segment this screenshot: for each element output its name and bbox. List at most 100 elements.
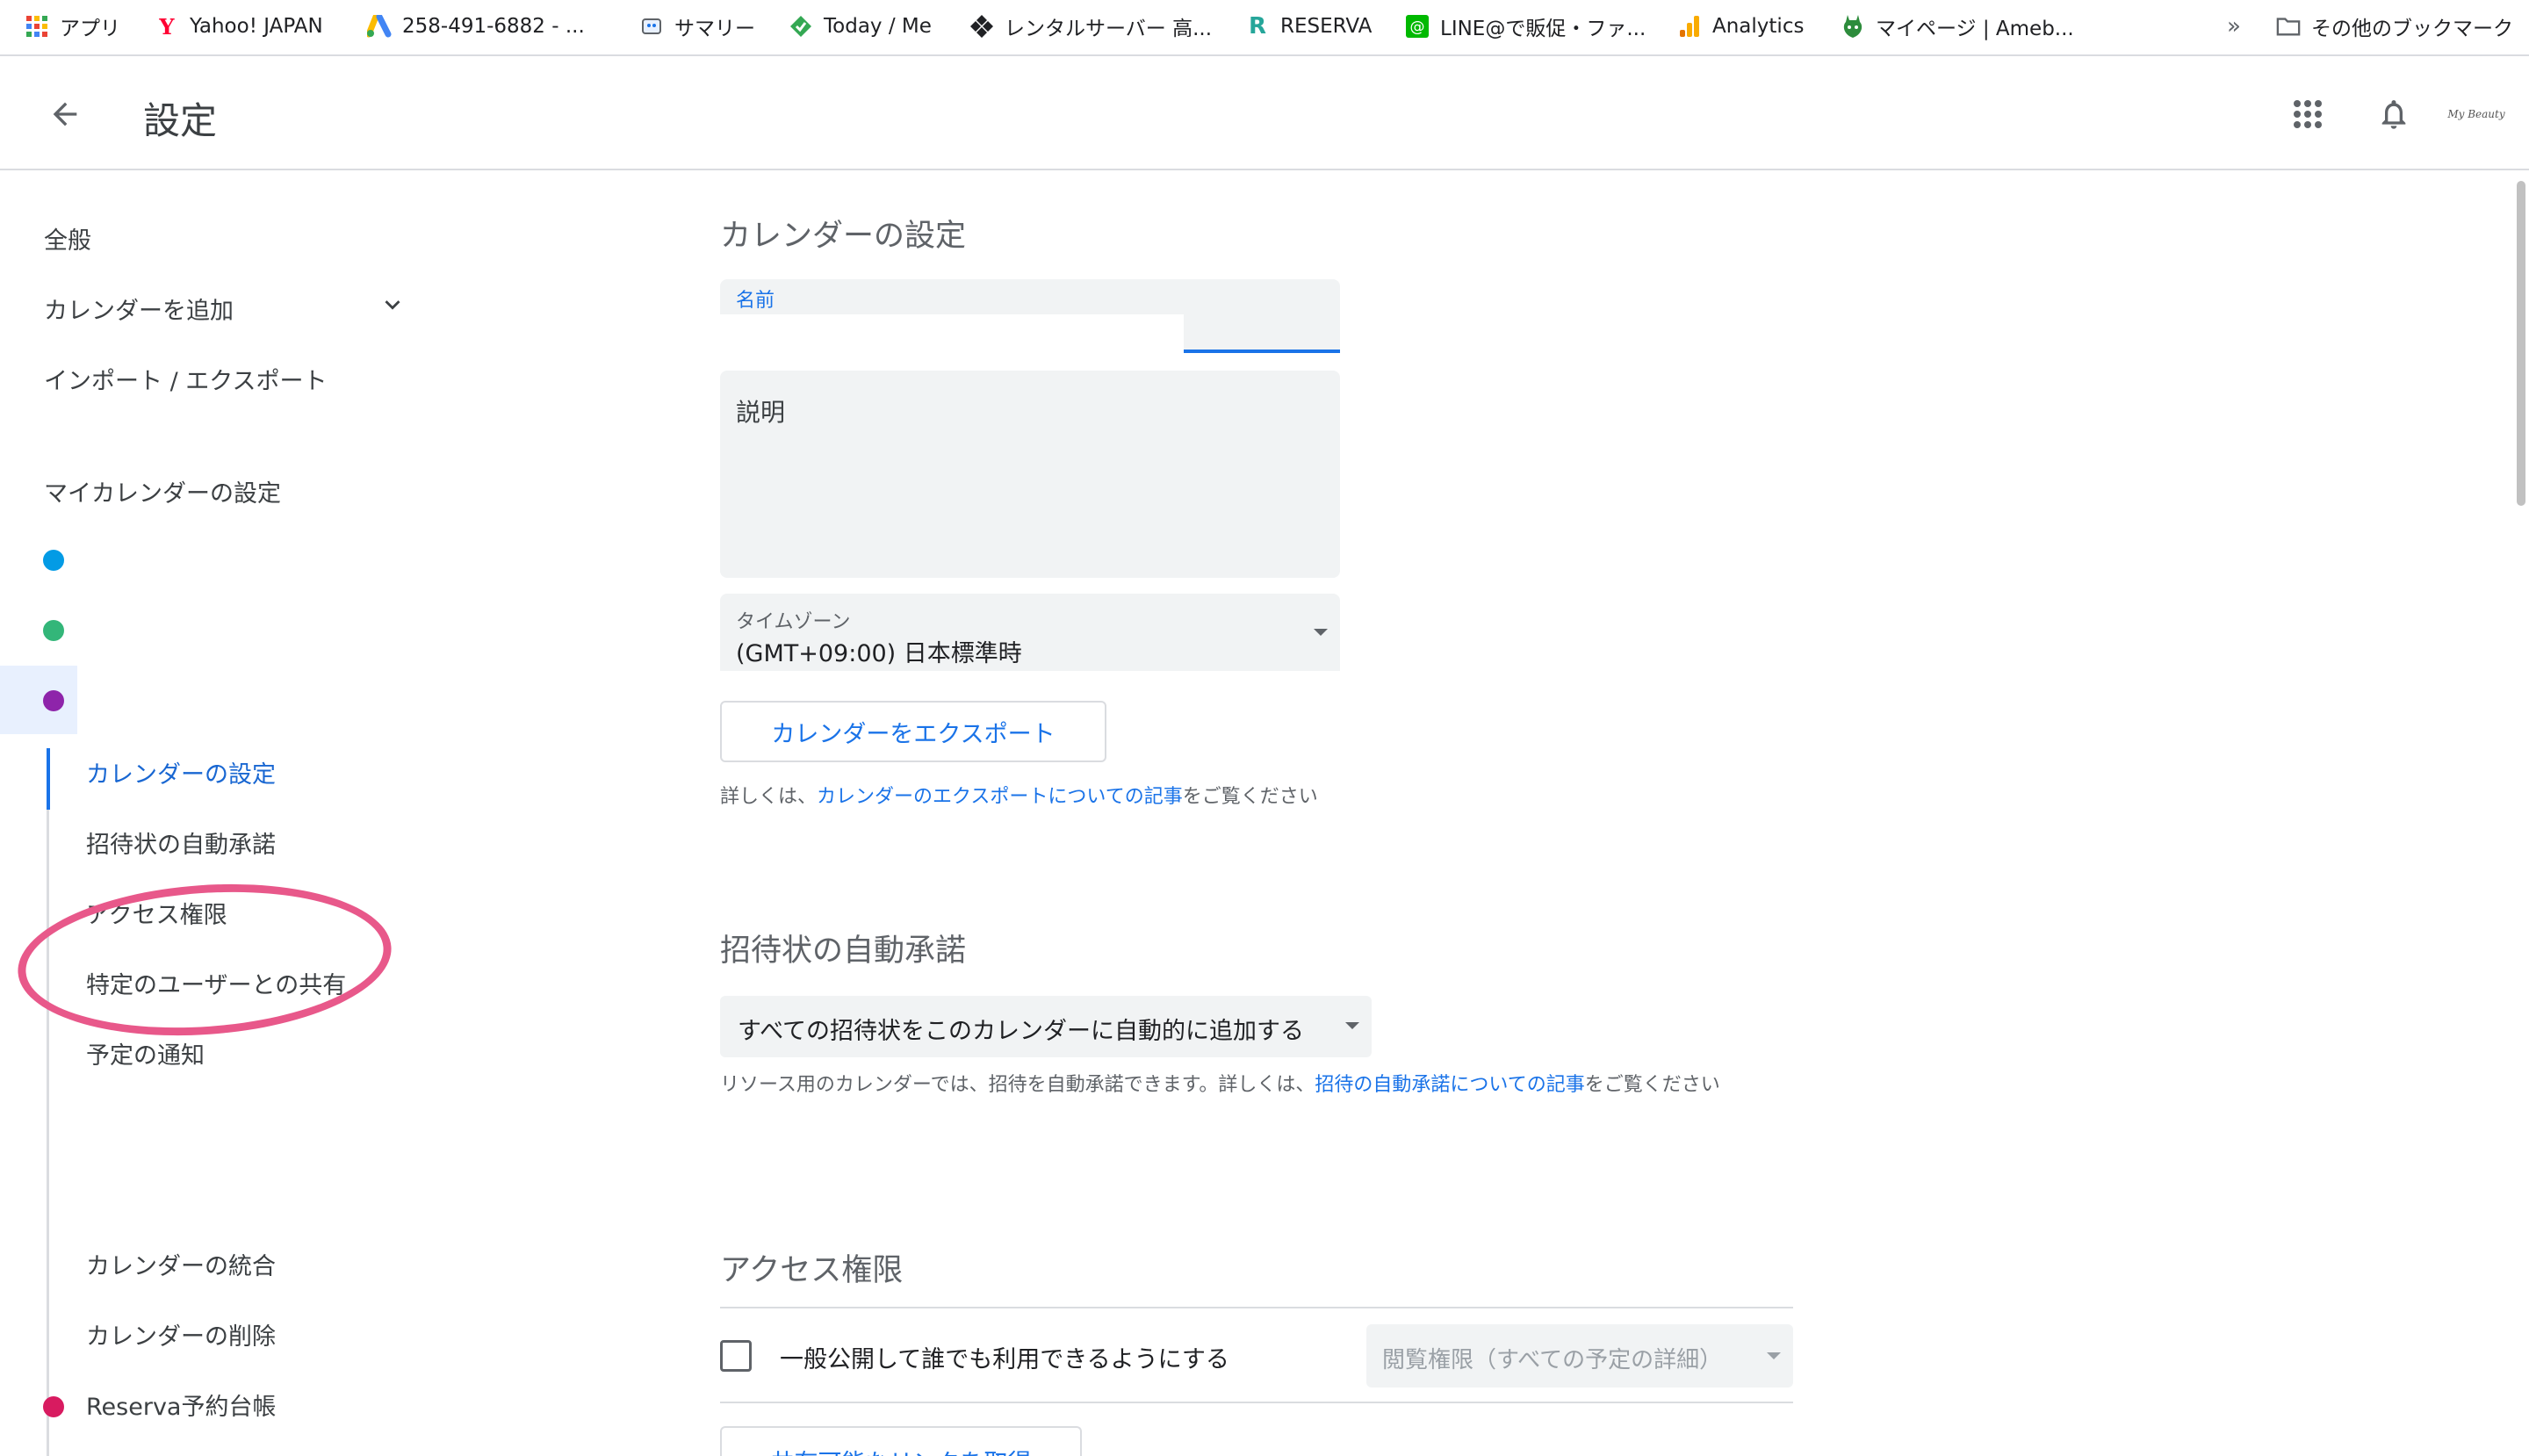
notifications-button[interactable] — [2369, 90, 2418, 139]
yahoo-icon: Y — [159, 13, 175, 40]
bookmark-label: LINE@で販促・ファ... — [1440, 18, 1646, 40]
dropdown-arrow-icon — [1767, 1352, 1781, 1359]
sidebar-item-access[interactable]: アクセス権限 — [86, 896, 227, 930]
svg-text:@: @ — [1410, 18, 1425, 36]
calendar-color-dot[interactable] — [43, 690, 64, 711]
permission-select[interactable]: 閲覧権限（すべての予定の詳細） — [1366, 1324, 1793, 1388]
bookmark-google-ads[interactable]: 258-491-6882 - ... — [367, 9, 585, 44]
settings-sidebar: 全般 カレンダーを追加 インポート / エクスポート マイカレンダーの設定 カレ… — [0, 172, 667, 1456]
sidebar-item-delete[interactable]: カレンダーの削除 — [86, 1317, 276, 1351]
scrollbar-thumb[interactable] — [2517, 181, 2525, 506]
selected-calendar-highlight[interactable] — [0, 666, 77, 734]
divider — [720, 1307, 1793, 1308]
folder-icon — [2276, 14, 2301, 39]
bookmark-label: Yahoo! JAPAN — [190, 15, 323, 38]
apps-grid-icon — [2294, 100, 2322, 128]
timezone-select[interactable]: タイムゾーン (GMT+09:00) 日本標準時 — [720, 594, 1340, 671]
public-checkbox[interactable] — [720, 1340, 752, 1372]
auto-accept-help-link[interactable]: 招待の自動承諾についての記事 — [1315, 1074, 1584, 1096]
sidebar-item-general[interactable]: 全般 — [44, 221, 91, 256]
bookmark-label: Analytics — [1712, 15, 1805, 38]
other-bookmarks[interactable]: その他のブックマーク — [2276, 9, 2513, 44]
description-placeholder: 説明 — [736, 398, 786, 427]
bookmark-label: Today / Me — [824, 15, 932, 38]
line-icon: @ — [1405, 14, 1430, 39]
export-help-suffix: をご覧ください — [1182, 786, 1318, 808]
timezone-label: タイムゾーン — [736, 611, 851, 633]
export-help-prefix: 詳しくは、 — [720, 786, 818, 808]
name-field-label: 名前 — [736, 290, 775, 312]
divider — [720, 1402, 1793, 1403]
sub-nav-line — [47, 748, 49, 1456]
name-field[interactable]: 名前 — [720, 279, 1340, 385]
bookmark-reserva[interactable]: R RESERVA — [1245, 9, 1372, 44]
chevron-down-icon[interactable] — [378, 290, 407, 320]
rental-server-icon — [969, 14, 994, 39]
description-field[interactable]: 説明 — [720, 371, 1340, 578]
bell-icon — [2381, 100, 2406, 129]
google-apps-button[interactable] — [2285, 91, 2331, 137]
bookmark-ameba[interactable]: マイページ | Ameb... — [1841, 9, 2074, 44]
ameba-icon — [1841, 14, 1865, 39]
shareable-link-label: 共有可能なリンクを取得 — [722, 1444, 1080, 1456]
google-ads-icon — [367, 14, 392, 39]
auto-accept-help-text: リソース用のカレンダーでは、招待を自動承諾できます。詳しくは、招待の自動承諾につ… — [720, 1068, 1791, 1103]
sidebar-item-auto-accept[interactable]: 招待状の自動承諾 — [86, 825, 276, 860]
auto-accept-help-suffix: をご覧ください — [1584, 1074, 1720, 1096]
bookmark-label: マイページ | Ameb... — [1876, 18, 2074, 40]
bookmark-label: 258-491-6882 - ... — [402, 15, 585, 38]
bookmark-label: レンタルサーバー 高... — [1005, 18, 1213, 40]
bookmark-today[interactable]: Today / Me — [789, 9, 932, 44]
bookmark-analytics[interactable]: Analytics — [1677, 9, 1804, 44]
sidebar-item-reserva[interactable]: Reserva予約台帳 — [86, 1388, 276, 1422]
page-title: 設定 — [143, 99, 218, 142]
auto-accept-help-prefix: リソース用のカレンダーでは、招待を自動承諾できます。詳しくは、 — [720, 1074, 1315, 1096]
account-avatar[interactable]: My Beauty — [2443, 93, 2510, 135]
bookmarks-bar: アプリ Y Yahoo! JAPAN 258-491-6882 - ... サマ… — [0, 0, 2529, 56]
auto-accept-value: すべての招待状をこのカレンダーに自動的に追加する — [738, 1018, 1305, 1045]
sidebar-item-import-export[interactable]: インポート / エクスポート — [44, 362, 327, 396]
access-title: アクセス権限 — [720, 1253, 904, 1288]
dropdown-arrow-icon — [1314, 629, 1328, 636]
sidebar-item-integrate[interactable]: カレンダーの統合 — [86, 1247, 276, 1281]
settings-main: カレンダーの設定 名前 説明 タイムゾーン (GMT+09:00) 日本標準時 … — [667, 172, 2511, 1456]
sub-nav-active-indicator — [47, 748, 50, 810]
app-header: 設定 My Beauty — [0, 56, 2529, 170]
my-calendars-heading: マイカレンダーの設定 — [44, 480, 281, 508]
bookmark-label: サマリー — [674, 18, 755, 40]
export-help-text: 詳しくは、カレンダーのエクスポートについての記事をご覧ください — [720, 780, 1318, 815]
analytics-icon — [1677, 14, 1702, 39]
bookmarks-overflow-button[interactable]: » — [2227, 9, 2241, 44]
other-bookmarks-label: その他のブックマーク — [2311, 18, 2513, 40]
export-help-link[interactable]: カレンダーのエクスポートについての記事 — [817, 786, 1183, 808]
name-field-underline — [1184, 350, 1340, 353]
back-button[interactable] — [39, 88, 91, 141]
calendar-color-dot[interactable] — [43, 550, 64, 571]
auto-accept-select[interactable]: すべての招待状をこのカレンダーに自動的に追加する — [720, 996, 1372, 1057]
public-checkbox-label: 一般公開して誰でも利用できるようにする — [780, 1346, 1229, 1373]
summary-icon — [639, 14, 664, 39]
bookmark-line[interactable]: @ LINE@で販促・ファ... — [1405, 9, 1646, 44]
sidebar-item-calendar-settings[interactable]: カレンダーの設定 — [86, 755, 276, 789]
shareable-link-button[interactable]: 共有可能なリンクを取得 — [720, 1426, 1082, 1456]
bookmark-apps[interactable]: アプリ — [25, 9, 120, 44]
bookmark-label: RESERVA — [1280, 15, 1373, 38]
bookmark-rental-server[interactable]: レンタルサーバー 高... — [969, 9, 1212, 44]
auto-accept-title: 招待状の自動承諾 — [720, 933, 967, 969]
sidebar-item-share-users[interactable]: 特定のユーザーとの共有 — [86, 966, 346, 1000]
bookmark-yahoo[interactable]: Y Yahoo! JAPAN — [155, 9, 323, 44]
sidebar-item-event-notifications[interactable]: 予定の通知 — [86, 1036, 205, 1070]
export-calendar-button[interactable]: カレンダーをエクスポート — [720, 701, 1106, 762]
permission-value: 閲覧権限（すべての予定の詳細） — [1382, 1347, 1723, 1373]
calendar-color-dot[interactable] — [43, 1396, 64, 1417]
reserva-icon: R — [1248, 13, 1267, 40]
apps-grid-icon — [25, 14, 49, 39]
sidebar-item-add-calendar[interactable]: カレンダーを追加 — [44, 292, 234, 326]
arrow-back-icon — [53, 102, 77, 126]
bookmark-summary[interactable]: サマリー — [639, 9, 755, 44]
dropdown-arrow-icon — [1345, 1022, 1359, 1029]
calendar-color-dot[interactable] — [43, 620, 64, 641]
today-icon — [789, 14, 813, 39]
bookmark-label: アプリ — [60, 18, 120, 40]
timezone-value: (GMT+09:00) 日本標準時 — [736, 640, 1022, 667]
